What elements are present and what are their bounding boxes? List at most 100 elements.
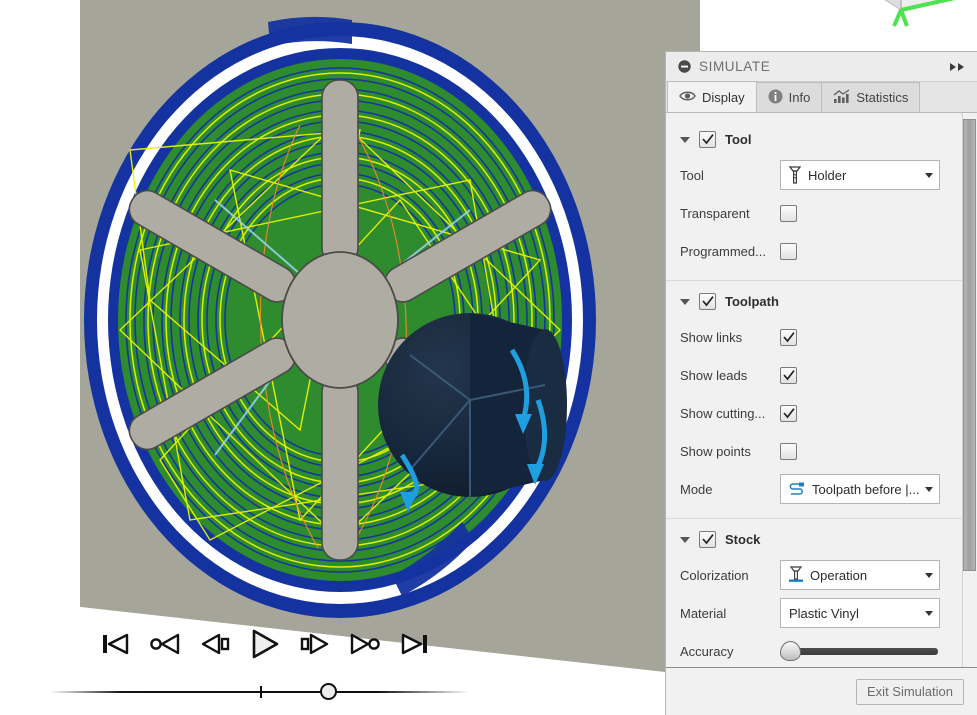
- timeline-handle[interactable]: [320, 683, 337, 700]
- simulation-timeline[interactable]: [50, 677, 470, 707]
- row-programmed: Programmed...: [666, 232, 962, 270]
- row-show-links: Show links: [666, 318, 962, 356]
- accuracy-slider[interactable]: [780, 641, 940, 661]
- panel-tab-bar: Display Info Statistics: [666, 81, 977, 113]
- accuracy-slider-thumb[interactable]: [780, 641, 801, 661]
- row-show-cutting: Show cutting...: [666, 394, 962, 432]
- row-transparent-label: Transparent: [680, 205, 750, 221]
- simulation-playback-controls: [50, 620, 475, 715]
- row-show-links-label: Show links: [680, 329, 743, 345]
- eye-icon: [679, 90, 696, 105]
- group-stock-header[interactable]: Stock: [666, 525, 962, 556]
- group-tool: Tool Tool Holder Transparent Programmed.…: [666, 119, 962, 281]
- row-accuracy: Accuracy: [666, 632, 962, 667]
- chevron-down-icon: [925, 572, 933, 578]
- group-tool-title: Tool: [725, 132, 752, 147]
- simulate-panel-header: SIMULATE: [666, 52, 977, 82]
- row-colorization: Colorization Operation: [666, 556, 962, 594]
- skip-to-start-button[interactable]: [95, 624, 135, 664]
- material-dropdown[interactable]: Plastic Vinyl: [780, 598, 940, 628]
- bar-chart-icon: [833, 88, 850, 107]
- panel-scrollbar[interactable]: [962, 113, 977, 667]
- colorization-icon: [788, 566, 804, 584]
- row-mode: Mode Toolpath before |...: [666, 470, 962, 508]
- group-toolpath: Toolpath Show links Show leads Show cutt…: [666, 281, 962, 519]
- panel-scroll-area: Tool Tool Holder Transparent Programmed.…: [666, 113, 977, 667]
- exit-simulation-button[interactable]: Exit Simulation: [856, 678, 964, 705]
- show-points-checkbox[interactable]: [780, 442, 797, 460]
- skip-to-end-button[interactable]: [395, 624, 435, 664]
- minus-circle-icon[interactable]: [678, 60, 691, 73]
- view-cube[interactable]: [855, 0, 965, 46]
- programmed-checkbox[interactable]: [780, 242, 797, 260]
- tab-info[interactable]: Info: [755, 82, 823, 112]
- tab-statistics-label: Statistics: [856, 90, 909, 105]
- show-leads-checkbox[interactable]: [780, 366, 797, 384]
- group-toolpath-title: Toolpath: [725, 294, 779, 309]
- group-tool-header[interactable]: Tool: [666, 125, 962, 156]
- skip-start-icon: [103, 633, 129, 655]
- row-show-cutting-label: Show cutting...: [680, 405, 766, 421]
- step-forward-icon: [300, 633, 329, 655]
- play-button[interactable]: [245, 624, 285, 664]
- transparent-checkbox[interactable]: [780, 204, 797, 222]
- toolpath-mode-icon: [788, 482, 806, 496]
- row-tool-label: Tool: [680, 167, 704, 183]
- tool-holder-icon: [788, 166, 802, 184]
- simulate-panel-footer: Exit Simulation: [666, 667, 977, 715]
- step-forward-button[interactable]: [295, 624, 335, 664]
- tab-display-label: Display: [702, 89, 745, 105]
- play-icon: [252, 629, 279, 659]
- tab-statistics[interactable]: Statistics: [821, 82, 921, 112]
- info-icon: [768, 89, 783, 107]
- mode-dropdown[interactable]: Toolpath before |...: [780, 474, 940, 504]
- row-programmed-label: Programmed...: [680, 243, 766, 259]
- tab-info-label: Info: [788, 90, 811, 105]
- prev-operation-icon: [150, 633, 180, 655]
- transport-button-group: [95, 620, 435, 668]
- panel-title: SIMULATE: [699, 59, 771, 74]
- part-center-hub: [281, 251, 399, 389]
- panel-scrollbar-thumb[interactable]: [963, 119, 976, 571]
- group-toolpath-checkbox[interactable]: [699, 293, 716, 310]
- chevron-down-icon: [925, 486, 933, 492]
- group-stock-checkbox[interactable]: [699, 531, 716, 548]
- step-backward-icon: [201, 633, 230, 655]
- chevron-down-icon[interactable]: [680, 298, 690, 305]
- row-accuracy-label: Accuracy: [680, 643, 734, 659]
- colorization-dropdown[interactable]: Operation: [780, 560, 940, 590]
- chevron-down-icon[interactable]: [680, 136, 690, 143]
- tab-display[interactable]: Display: [667, 81, 757, 112]
- row-show-leads: Show leads: [666, 356, 962, 394]
- previous-operation-button[interactable]: [145, 624, 185, 664]
- next-operation-button[interactable]: [345, 624, 385, 664]
- row-material: Material Plastic Vinyl: [666, 594, 962, 632]
- show-links-checkbox[interactable]: [780, 328, 797, 346]
- skip-end-icon: [401, 633, 427, 655]
- group-tool-checkbox[interactable]: [699, 131, 716, 148]
- tool-dropdown[interactable]: Holder: [780, 160, 940, 190]
- tool-dropdown-value: Holder: [808, 167, 847, 183]
- timeline-tick-marker: [260, 686, 262, 698]
- chevron-down-icon: [925, 610, 933, 616]
- row-show-leads-label: Show leads: [680, 367, 748, 383]
- row-show-points-label: Show points: [680, 443, 751, 459]
- double-chevron-right-icon[interactable]: [949, 61, 967, 73]
- group-stock-title: Stock: [725, 532, 761, 547]
- step-backward-button[interactable]: [195, 624, 235, 664]
- chevron-down-icon[interactable]: [680, 536, 690, 543]
- chevron-down-icon: [925, 172, 933, 178]
- group-toolpath-header[interactable]: Toolpath: [666, 287, 962, 318]
- row-tool: Tool Holder: [666, 156, 962, 194]
- accuracy-slider-track: [788, 648, 938, 655]
- next-operation-icon: [350, 633, 380, 655]
- row-mode-label: Mode: [680, 481, 713, 497]
- row-transparent: Transparent: [666, 194, 962, 232]
- simulate-panel: SIMULATE Display Info Statistics Tool To…: [665, 51, 977, 715]
- show-cutting-checkbox[interactable]: [780, 404, 797, 422]
- material-dropdown-value: Plastic Vinyl: [789, 605, 859, 621]
- row-material-label: Material: [680, 605, 727, 621]
- row-show-points: Show points: [666, 432, 962, 470]
- row-colorization-label: Colorization: [680, 567, 749, 583]
- mode-dropdown-value: Toolpath before |...: [812, 481, 920, 497]
